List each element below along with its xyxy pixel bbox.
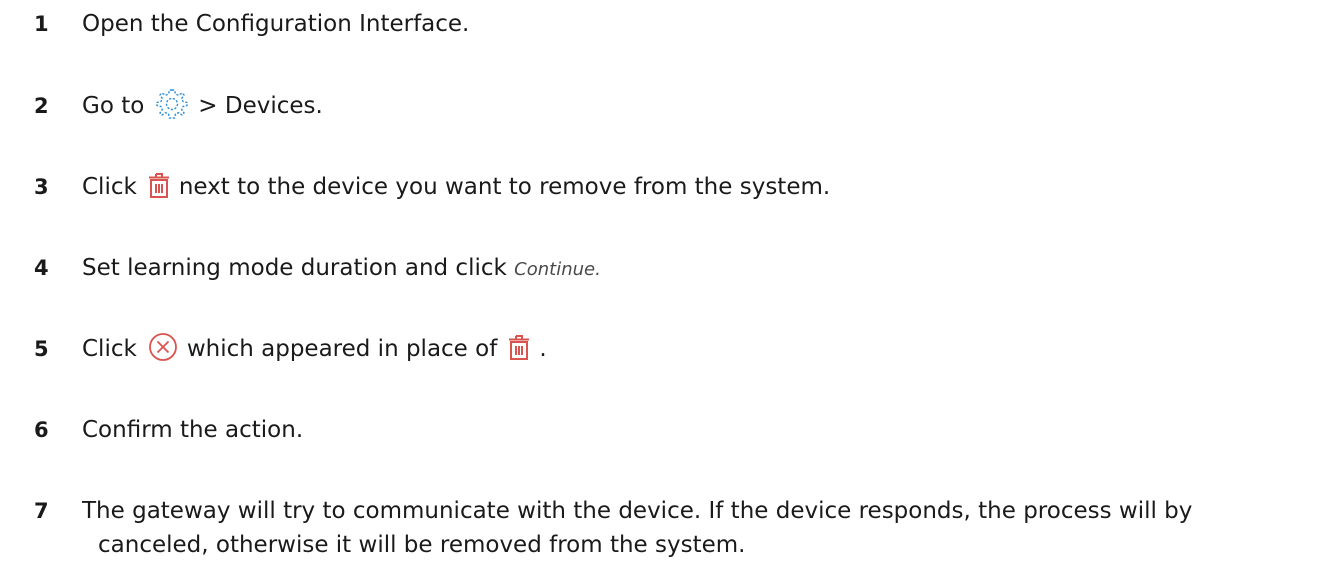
step-text: Click next to the device you want to rem… xyxy=(82,170,1312,204)
step-4-prefix: Set learning mode duration and click xyxy=(82,255,507,281)
step-number: 6 xyxy=(34,418,49,442)
step-number: 5 xyxy=(34,337,49,361)
gear-icon xyxy=(154,87,190,121)
step-number: 4 xyxy=(34,256,49,280)
step-text: Confirm the action. xyxy=(82,413,1312,447)
step-number: 2 xyxy=(34,94,49,118)
step-5-middle: which appeared in place of xyxy=(186,336,498,362)
step-text: Set learning mode duration and click Con… xyxy=(82,251,1312,287)
step-6-text: Confirm the action. xyxy=(82,417,304,443)
step-text: Go to > Devices. xyxy=(82,87,1312,124)
step-3-suffix: next to the device you want to remove fr… xyxy=(178,174,831,200)
step-text: Click which appeared in place of . xyxy=(82,332,1312,366)
step-3-prefix: Click xyxy=(82,174,137,200)
step-2-suffix: > Devices. xyxy=(198,93,323,119)
trash-icon xyxy=(147,171,171,199)
continue-button-label: Continue. xyxy=(514,259,601,280)
step-number: 3 xyxy=(34,175,49,199)
step-text: The gateway will try to communicate with… xyxy=(82,494,1312,562)
step-number: 1 xyxy=(34,12,49,36)
step-number: 7 xyxy=(34,499,49,523)
step-1-text: Open the Configuration Interface. xyxy=(82,11,470,37)
cancel-circle-icon xyxy=(147,331,179,363)
step-7-line-1: The gateway will try to communicate with… xyxy=(82,498,1193,524)
step-5-suffix: . xyxy=(539,336,547,362)
step-5-prefix: Click xyxy=(82,336,137,362)
step-2-prefix: Go to xyxy=(82,93,145,119)
instruction-steps: 1 Open the Configuration Interface. 2 Go… xyxy=(0,0,1333,572)
step-7-line-2: canceled, otherwise it will be removed f… xyxy=(98,532,746,558)
step-text: Open the Configuration Interface. xyxy=(82,7,1312,41)
trash-icon xyxy=(507,333,531,361)
